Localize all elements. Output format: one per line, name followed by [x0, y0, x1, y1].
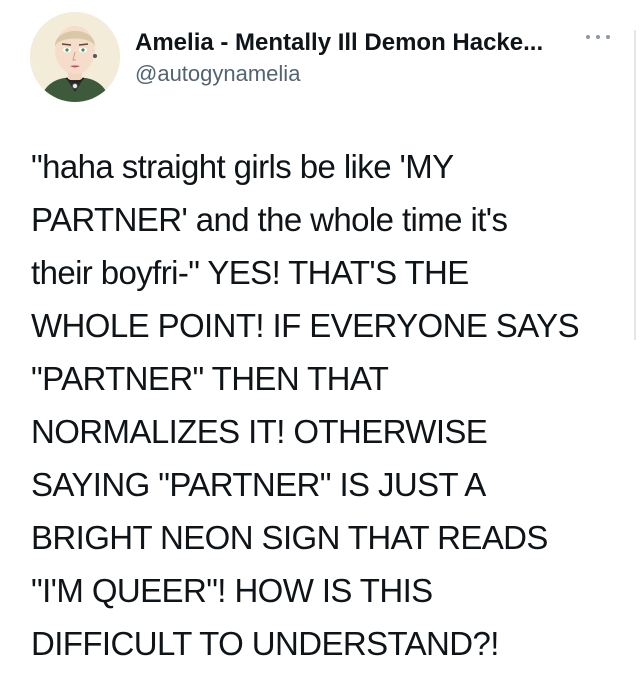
- author-names: Amelia - Mentally Ill Demon Hacke... @au…: [135, 28, 595, 88]
- tweet-card: Amelia - Mentally Ill Demon Hacke... @au…: [0, 0, 640, 685]
- dot: [606, 35, 610, 39]
- portrait-avatar-icon: [30, 12, 120, 102]
- tweet-text: "haha straight girls be like 'MY PARTNER…: [31, 148, 580, 662]
- author-handle[interactable]: @autogynamelia: [135, 60, 595, 88]
- author-display-name[interactable]: Amelia - Mentally Ill Demon Hacke...: [135, 28, 595, 58]
- dot: [596, 35, 600, 39]
- avatar[interactable]: [30, 12, 120, 102]
- more-options-icon[interactable]: [586, 30, 610, 44]
- scrollbar-edge: [634, 30, 636, 340]
- dot: [586, 35, 590, 39]
- tweet-header: Amelia - Mentally Ill Demon Hacke... @au…: [30, 12, 610, 104]
